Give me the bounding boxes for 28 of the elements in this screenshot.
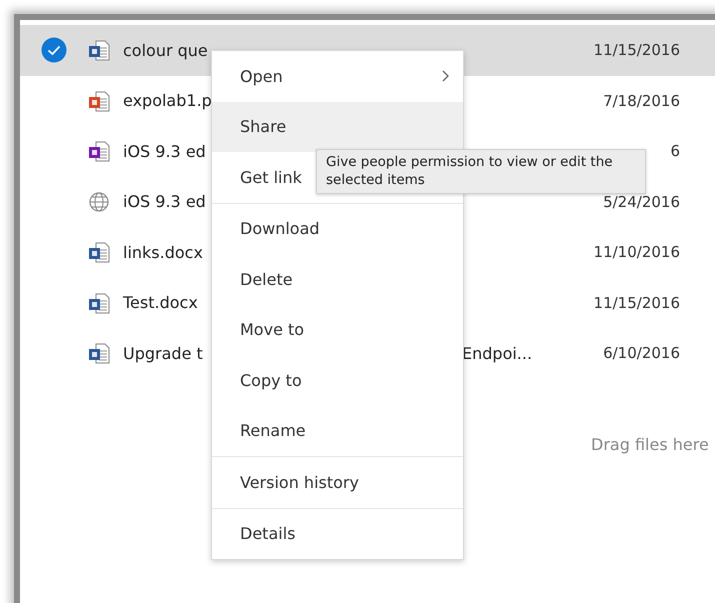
menu-item[interactable]: Copy to (212, 355, 463, 406)
menu-item[interactable]: Open (212, 51, 463, 102)
menu-item[interactable]: Rename (212, 406, 463, 456)
tooltip: Give people permission to view or edit the selected items (316, 149, 646, 194)
menu-item[interactable]: Share (212, 102, 463, 152)
modified-date: 11/10/2016 (592, 243, 680, 262)
word-document-icon (88, 292, 110, 314)
modified-date: 6 (669, 142, 680, 160)
notebook-icon (88, 140, 110, 162)
word-document-icon (88, 39, 110, 62)
menu-item[interactable]: Move to (212, 304, 463, 355)
menu-item[interactable]: Download (212, 204, 463, 254)
modified-date: 6/10/2016 (602, 344, 680, 362)
presentation-icon (88, 90, 110, 112)
globe-icon (88, 190, 110, 213)
modified-date: 5/24/2016 (602, 192, 680, 211)
chevron-right-icon (441, 69, 451, 84)
modified-date: 7/18/2016 (602, 92, 680, 110)
menu-item[interactable]: Version history (212, 457, 463, 508)
check-icon[interactable] (41, 37, 67, 64)
menu-item[interactable]: Delete (212, 254, 463, 304)
drop-hint: Drag files here (591, 435, 709, 454)
file-name: Endpoi... (462, 344, 532, 363)
word-document-icon (88, 342, 110, 364)
word-document-icon (88, 241, 110, 264)
modified-date: 11/15/2016 (592, 294, 680, 312)
modified-date: 11/15/2016 (592, 41, 680, 60)
menu-item[interactable]: Details (212, 508, 463, 559)
